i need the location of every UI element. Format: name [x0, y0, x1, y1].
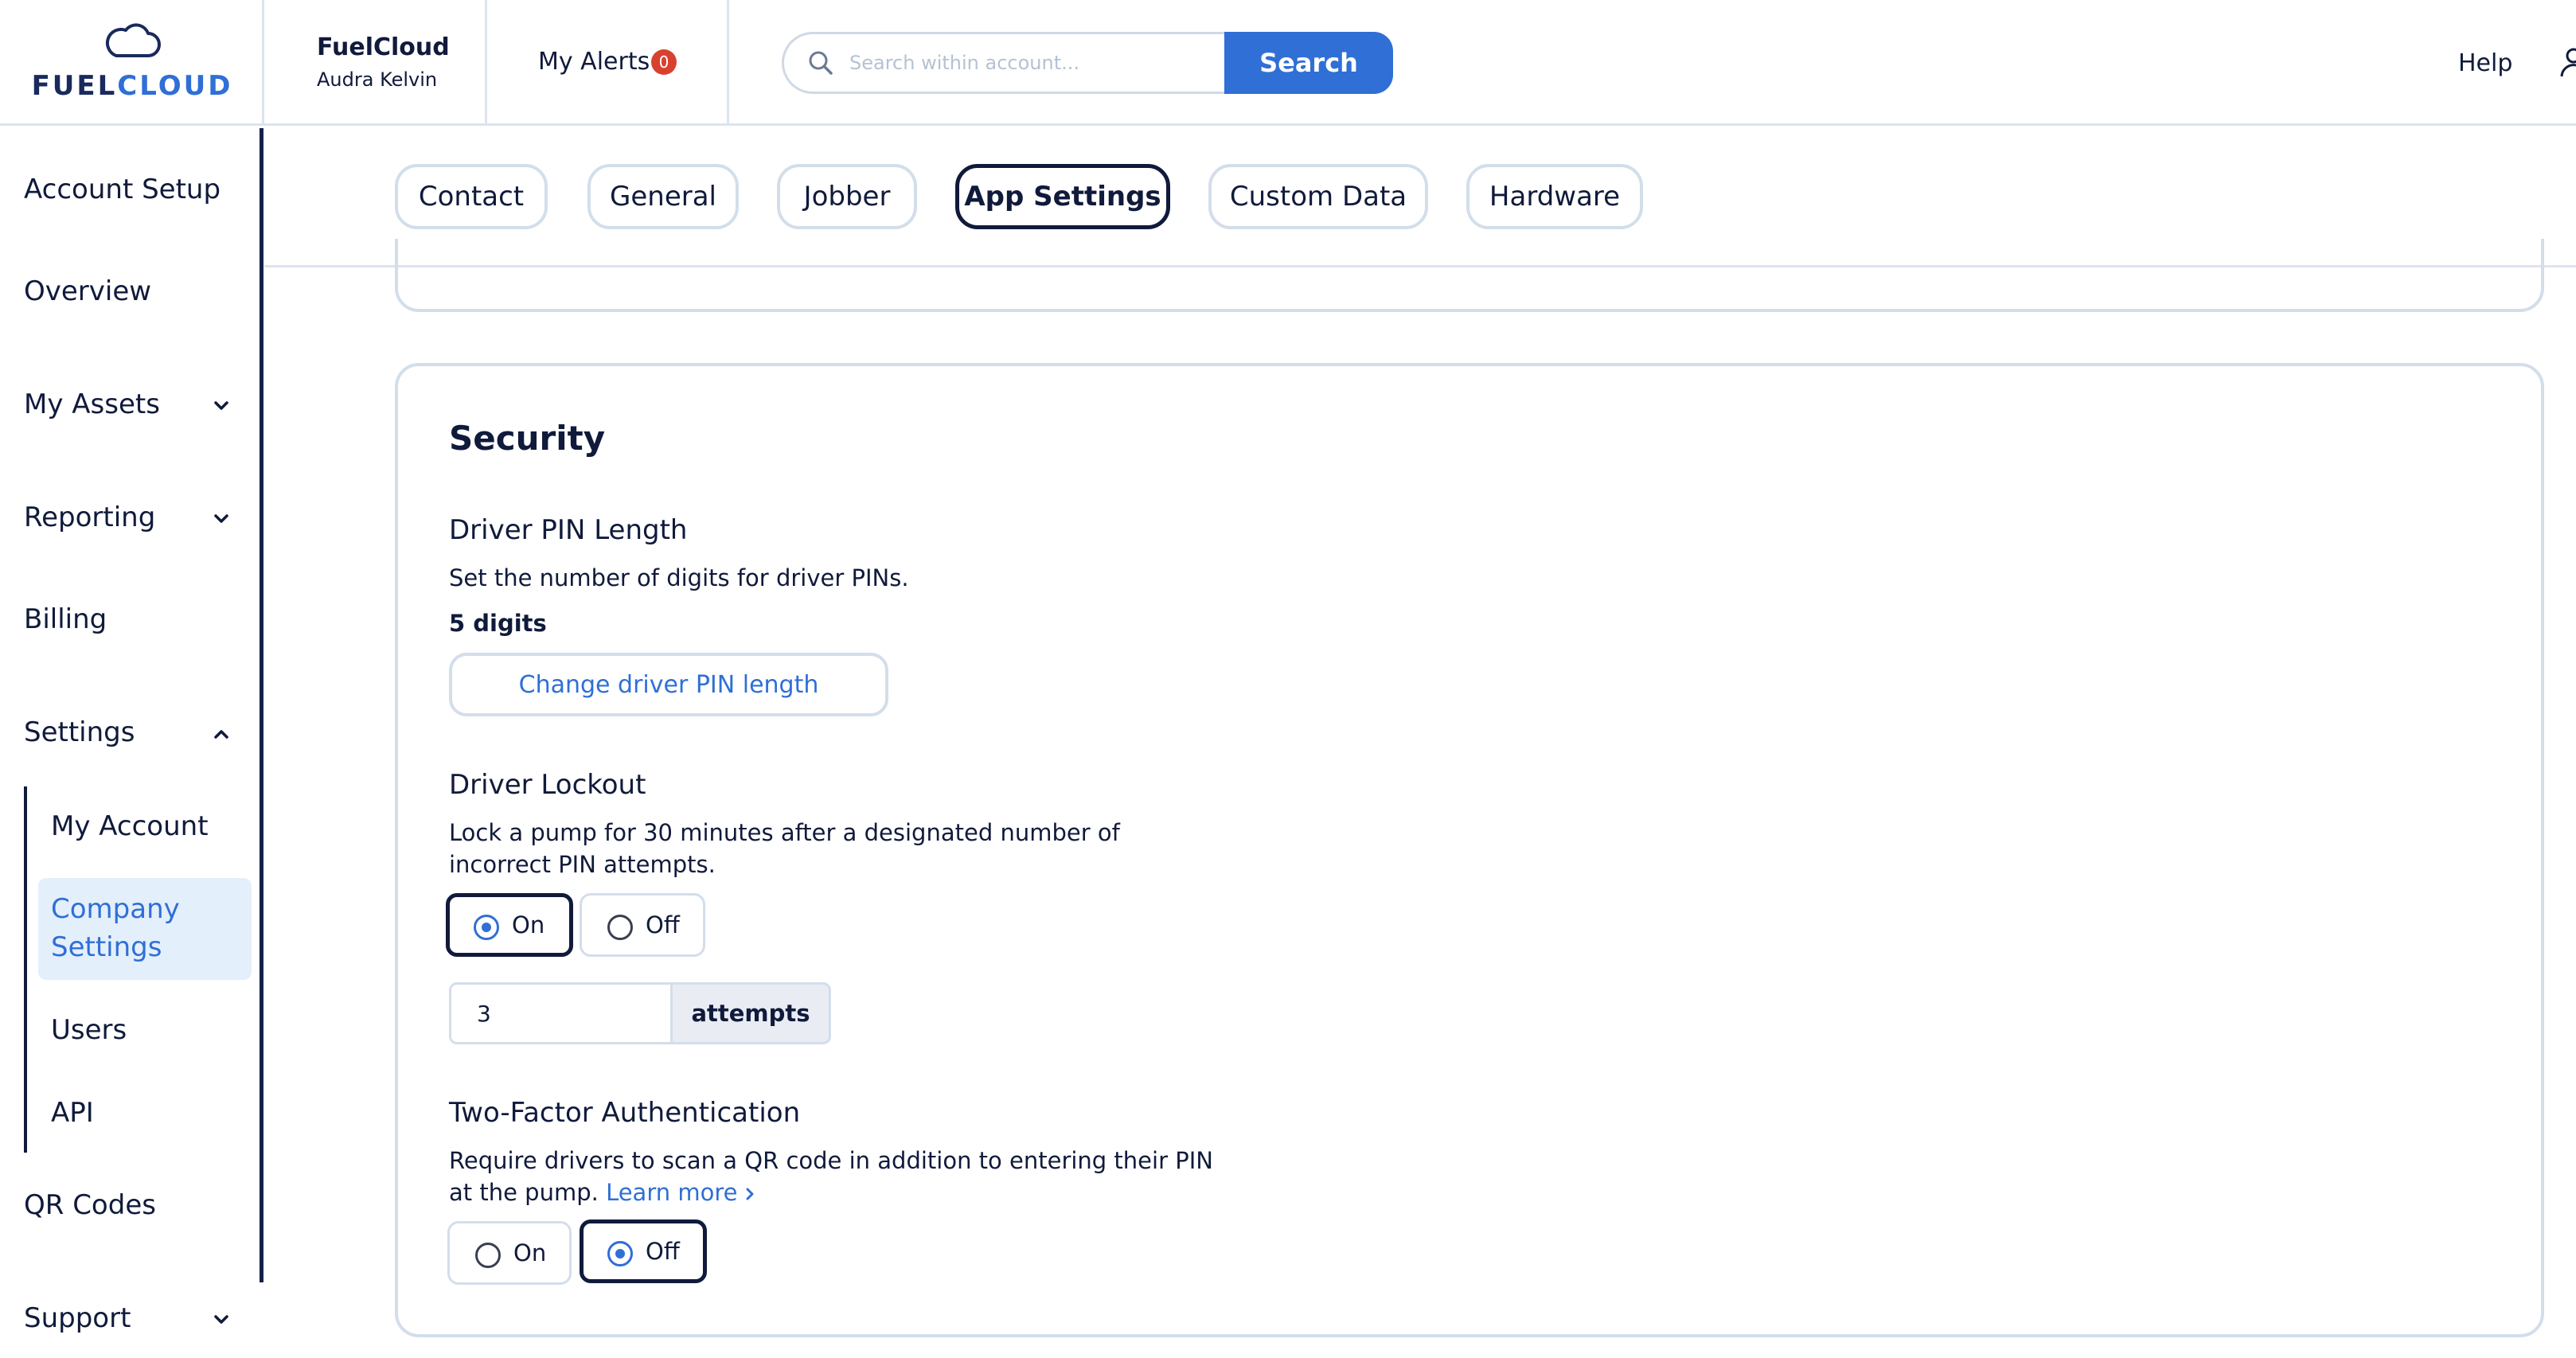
lockout-attempts-input[interactable]	[449, 982, 673, 1044]
chevron-down-icon[interactable]	[210, 395, 232, 417]
radio-selected-icon	[474, 915, 499, 940]
sidebar-subitem-users[interactable]: Users	[51, 1014, 127, 1046]
search-input[interactable]	[782, 32, 1228, 94]
learn-more-label: Learn more	[606, 1179, 738, 1206]
user-icon[interactable]	[2558, 46, 2576, 78]
two-factor-description: Require drivers to scan a QR code in add…	[449, 1145, 1213, 1208]
two-factor-off-label: Off	[646, 1238, 680, 1265]
logo-wordmark-part2: CLOUD	[117, 70, 233, 102]
tab-hardware[interactable]: Hardware	[1466, 164, 1643, 229]
logo-wordmark: FUELCLOUD	[0, 70, 264, 102]
chevron-down-icon[interactable]	[210, 1309, 232, 1331]
search-button[interactable]: Search	[1224, 32, 1393, 94]
sidebar-item-account-setup[interactable]: Account Setup	[24, 174, 221, 205]
two-factor-on-radio[interactable]: On	[447, 1221, 572, 1285]
tab-general[interactable]: General	[587, 164, 739, 229]
attempts-unit-label: attempts	[670, 982, 831, 1044]
sidebar-divider	[260, 128, 263, 1282]
lockout-on-radio[interactable]: On	[446, 893, 573, 957]
settings-submenu-rule	[24, 786, 27, 1153]
chevron-down-icon[interactable]	[210, 508, 232, 530]
two-factor-description-text: Require drivers to scan a QR code in add…	[449, 1147, 1213, 1206]
radio-selected-icon	[607, 1241, 633, 1266]
previous-card-bottom	[395, 239, 2544, 312]
security-title: Security	[449, 419, 606, 458]
driver-lockout-description: Lock a pump for 30 minutes after a desig…	[449, 819, 1120, 878]
two-factor-off-radio[interactable]: Off	[580, 1219, 707, 1283]
pin-length-description: Set the number of digits for driver PINs…	[449, 564, 909, 591]
lockout-off-radio[interactable]: Off	[580, 893, 705, 957]
lockout-off-label: Off	[646, 911, 680, 939]
chevron-right-icon	[746, 1188, 754, 1200]
sidebar-item-billing[interactable]: Billing	[24, 603, 107, 635]
learn-more-link[interactable]: Learn more	[606, 1179, 758, 1206]
cloud-logo-icon	[105, 23, 161, 57]
alerts-count-badge: 0	[651, 49, 677, 75]
top-header: FUELCLOUD FuelCloud Audra Kelvin My Aler…	[0, 0, 2576, 126]
sidebar-item-my-assets[interactable]: My Assets	[24, 388, 160, 420]
tab-app-settings[interactable]: App Settings	[955, 164, 1170, 229]
lockout-on-label: On	[512, 911, 545, 939]
logo[interactable]: FUELCLOUD	[0, 0, 264, 126]
account-user: Audra Kelvin	[317, 68, 438, 91]
chevron-up-icon[interactable]	[210, 723, 232, 745]
sidebar-item-overview[interactable]: Overview	[24, 275, 151, 307]
two-factor-on-label: On	[513, 1239, 547, 1266]
sidebar-item-reporting[interactable]: Reporting	[24, 501, 155, 533]
sidebar-subitem-api[interactable]: API	[51, 1097, 94, 1129]
my-alerts[interactable]: My Alerts 0	[487, 0, 729, 126]
pin-length-title: Driver PIN Length	[449, 514, 688, 546]
account-name: FuelCloud	[317, 33, 450, 61]
sidebar-item-settings[interactable]: Settings	[24, 716, 135, 748]
tab-custom-data[interactable]: Custom Data	[1208, 164, 1428, 229]
pin-length-value: 5 digits	[449, 610, 547, 637]
sidebar-item-qr-codes[interactable]: QR Codes	[24, 1189, 156, 1221]
sidebar-subitem-company-settings-label: Company Settings	[51, 893, 180, 963]
alerts-label: My Alerts	[538, 48, 650, 76]
help-link[interactable]: Help	[2458, 49, 2512, 77]
radio-unselected-icon	[475, 1243, 501, 1268]
driver-lockout-title: Driver Lockout	[449, 769, 646, 801]
logo-wordmark-part1: FUEL	[31, 70, 118, 102]
sidebar-item-support[interactable]: Support	[24, 1302, 131, 1334]
account-switcher[interactable]: FuelCloud Audra Kelvin	[264, 0, 487, 126]
search-icon	[809, 51, 833, 75]
change-pin-length-button[interactable]: Change driver PIN length	[449, 653, 888, 716]
sidebar-subitem-my-account[interactable]: My Account	[51, 810, 209, 842]
tab-contact[interactable]: Contact	[395, 164, 548, 229]
two-factor-title: Two-Factor Authentication	[449, 1097, 801, 1129]
tab-jobber[interactable]: Jobber	[777, 164, 917, 229]
radio-unselected-icon	[607, 915, 633, 940]
